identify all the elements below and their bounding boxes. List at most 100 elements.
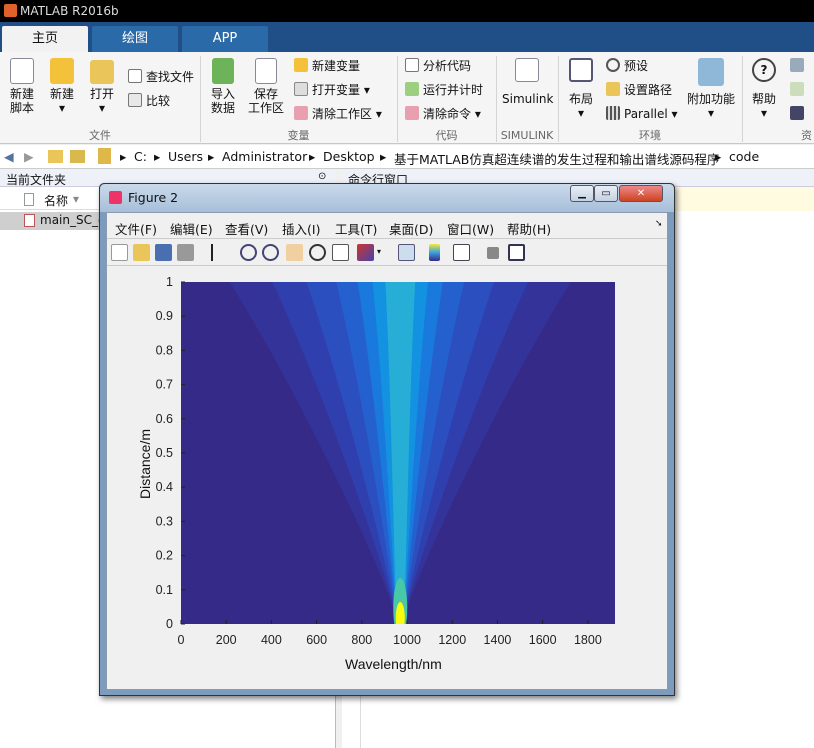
minimize-button[interactable]: ▁ — [570, 185, 594, 202]
find-files-button[interactable]: 查找文件 — [128, 68, 194, 86]
import-data-button[interactable]: 导入 数据 — [206, 58, 240, 115]
link-plot-icon[interactable] — [398, 244, 415, 261]
tab-apps[interactable]: APP — [182, 26, 268, 52]
brush-icon[interactable] — [357, 244, 374, 261]
menu-window[interactable]: 窗口(W) — [447, 219, 494, 238]
simulink-button[interactable]: Simulink — [502, 58, 553, 106]
axes: 0 200 400 600 800 1000 1200 1400 1600 1800 0 0.1 0.2… — [156, 275, 615, 647]
set-path-button[interactable]: 设置路径 — [606, 81, 672, 99]
save-workspace-button[interactable]: 保存 工作区 — [246, 58, 286, 115]
breadcrumb-separator: ▸ — [380, 149, 387, 164]
clear-workspace-label: 清除工作区 — [312, 107, 373, 121]
menu-insert[interactable]: 插入(I) — [282, 219, 320, 238]
breadcrumb-item[interactable]: 基于MATLAB仿真超连续谱的发生过程和输出谱线源码程序 — [394, 149, 719, 168]
folder-icon — [90, 60, 114, 84]
breadcrumb-separator: ▸ — [208, 149, 215, 164]
close-button[interactable]: ✕ — [619, 185, 663, 202]
heatmap-chart[interactable]: 0 200 400 600 800 1000 1200 1400 1600 1800 0 0.1 0.2… — [107, 266, 667, 689]
new-variable-button[interactable]: 新建变量 — [294, 57, 360, 75]
show-plot-tools-icon[interactable] — [508, 244, 525, 261]
find-files-icon — [128, 69, 142, 83]
plot-area[interactable]: 0 200 400 600 800 1000 1200 1400 1600 1800 0 0.1 0.2… — [107, 266, 667, 689]
figure-window: Figure 2 ▁ ▭ ✕ 文件(F) 编辑(E) 查看(V) 插入(I) 工… — [99, 183, 675, 696]
menu-tools[interactable]: 工具(T) — [335, 219, 377, 238]
menu-view[interactable]: 查看(V) — [225, 219, 268, 238]
maximize-button[interactable]: ▭ — [594, 185, 618, 202]
pointer-icon[interactable] — [211, 244, 223, 261]
pan-icon[interactable] — [286, 244, 303, 261]
preferences-button[interactable]: 预设 — [606, 57, 648, 75]
open-variable-button[interactable]: 打开变量 ▾ — [294, 81, 370, 99]
open-file-icon[interactable] — [133, 244, 150, 261]
breadcrumb-item[interactable]: Desktop — [323, 149, 375, 164]
compare-button[interactable]: 比较 — [128, 92, 170, 110]
x-tick-label: 1400 — [484, 633, 512, 647]
menu-edit[interactable]: 编辑(E) — [170, 219, 213, 238]
sort-arrow-icon: ▾ — [73, 192, 80, 206]
y-tick-label: 0.5 — [156, 446, 173, 460]
menu-file[interactable]: 文件(F) — [115, 219, 157, 238]
y-tick-label: 0.7 — [156, 378, 173, 392]
hide-plot-tools-icon[interactable] — [487, 247, 499, 259]
breadcrumb-item[interactable]: Administrator — [222, 149, 307, 164]
layout-button[interactable]: 布局 ▾ — [564, 58, 598, 120]
data-cursor-icon[interactable] — [332, 244, 349, 261]
tab-plots[interactable]: 绘图 — [92, 26, 178, 52]
parallel-icon — [606, 106, 620, 120]
x-tick-label: 800 — [351, 633, 372, 647]
browse-folder-icon[interactable] — [70, 150, 85, 163]
chevron-down-icon: ▾ — [58, 101, 66, 115]
zoom-in-icon[interactable] — [240, 244, 257, 261]
dock-arrow-icon[interactable]: ➘ — [655, 219, 663, 229]
app-title: MATLAB R2016b — [20, 4, 119, 18]
open-button[interactable]: 打开 ▾ — [86, 58, 118, 115]
y-tick-label: 0.8 — [156, 343, 173, 357]
tab-home[interactable]: 主页 — [2, 26, 88, 52]
legend-icon[interactable] — [453, 244, 470, 261]
back-arrow-icon[interactable]: ◀ — [4, 149, 14, 164]
parallel-label: Parallel — [624, 107, 668, 121]
learn-matlab-icon[interactable] — [790, 105, 808, 123]
menu-desktop[interactable]: 桌面(D) — [389, 219, 433, 238]
group-label-simulink: SIMULINK — [500, 129, 554, 142]
breadcrumb-item[interactable]: code — [729, 149, 759, 164]
chevron-down-icon[interactable]: ▾ — [377, 247, 381, 256]
group-label-resources: 资 — [801, 129, 812, 142]
clear-commands-button[interactable]: 清除命令 ▾ — [405, 105, 481, 123]
help-button[interactable]: ? 帮助 ▾ — [748, 58, 780, 120]
parallel-button[interactable]: Parallel ▾ — [606, 105, 678, 123]
save-workspace-icon — [255, 58, 277, 84]
new-figure-icon[interactable] — [111, 244, 128, 261]
compare-label: 比较 — [146, 94, 171, 108]
y-tick-label: 0 — [166, 617, 173, 631]
y-tick-label: 0.4 — [156, 480, 173, 494]
save-icon[interactable] — [155, 244, 172, 261]
breadcrumb-item[interactable]: Users — [168, 149, 203, 164]
breadcrumb-item[interactable]: C: — [134, 149, 147, 164]
new-script-button[interactable]: 新建 脚本 — [6, 58, 38, 115]
clear-workspace-button[interactable]: 清除工作区 ▾ — [294, 105, 382, 123]
rotate-icon[interactable] — [309, 244, 326, 261]
y-tick-label: 0.3 — [156, 514, 173, 528]
panel-menu-icon[interactable]: ⊙ — [318, 171, 326, 182]
chevron-down-icon: ▾ — [707, 106, 715, 120]
import-arrow-icon — [212, 58, 234, 84]
addons-button[interactable]: 附加功能 ▾ — [686, 58, 736, 120]
zoom-out-icon[interactable] — [262, 244, 279, 261]
column-name-label: 名称 — [44, 194, 69, 208]
run-and-time-button[interactable]: 运行并计时 — [405, 81, 483, 99]
breadcrumb-separator: ▸ — [715, 149, 722, 164]
y-axis-label: Distance/m — [137, 428, 153, 500]
figure-title-bar[interactable]: Figure 2 ▁ ▭ ✕ — [100, 184, 674, 212]
forward-arrow-icon[interactable]: ▶ — [24, 149, 34, 164]
request-support-icon[interactable] — [790, 81, 808, 99]
colorbar-icon[interactable] — [429, 244, 440, 261]
community-icon[interactable] — [790, 57, 808, 75]
up-folder-icon[interactable] — [48, 150, 63, 163]
analyze-code-button[interactable]: 分析代码 — [405, 57, 471, 75]
print-icon[interactable] — [177, 244, 194, 261]
heatmap-peak — [395, 602, 405, 624]
new-script-label-2: 脚本 — [9, 101, 34, 115]
new-button[interactable]: 新建 ▾ — [46, 58, 78, 115]
menu-help[interactable]: 帮助(H) — [507, 219, 551, 238]
